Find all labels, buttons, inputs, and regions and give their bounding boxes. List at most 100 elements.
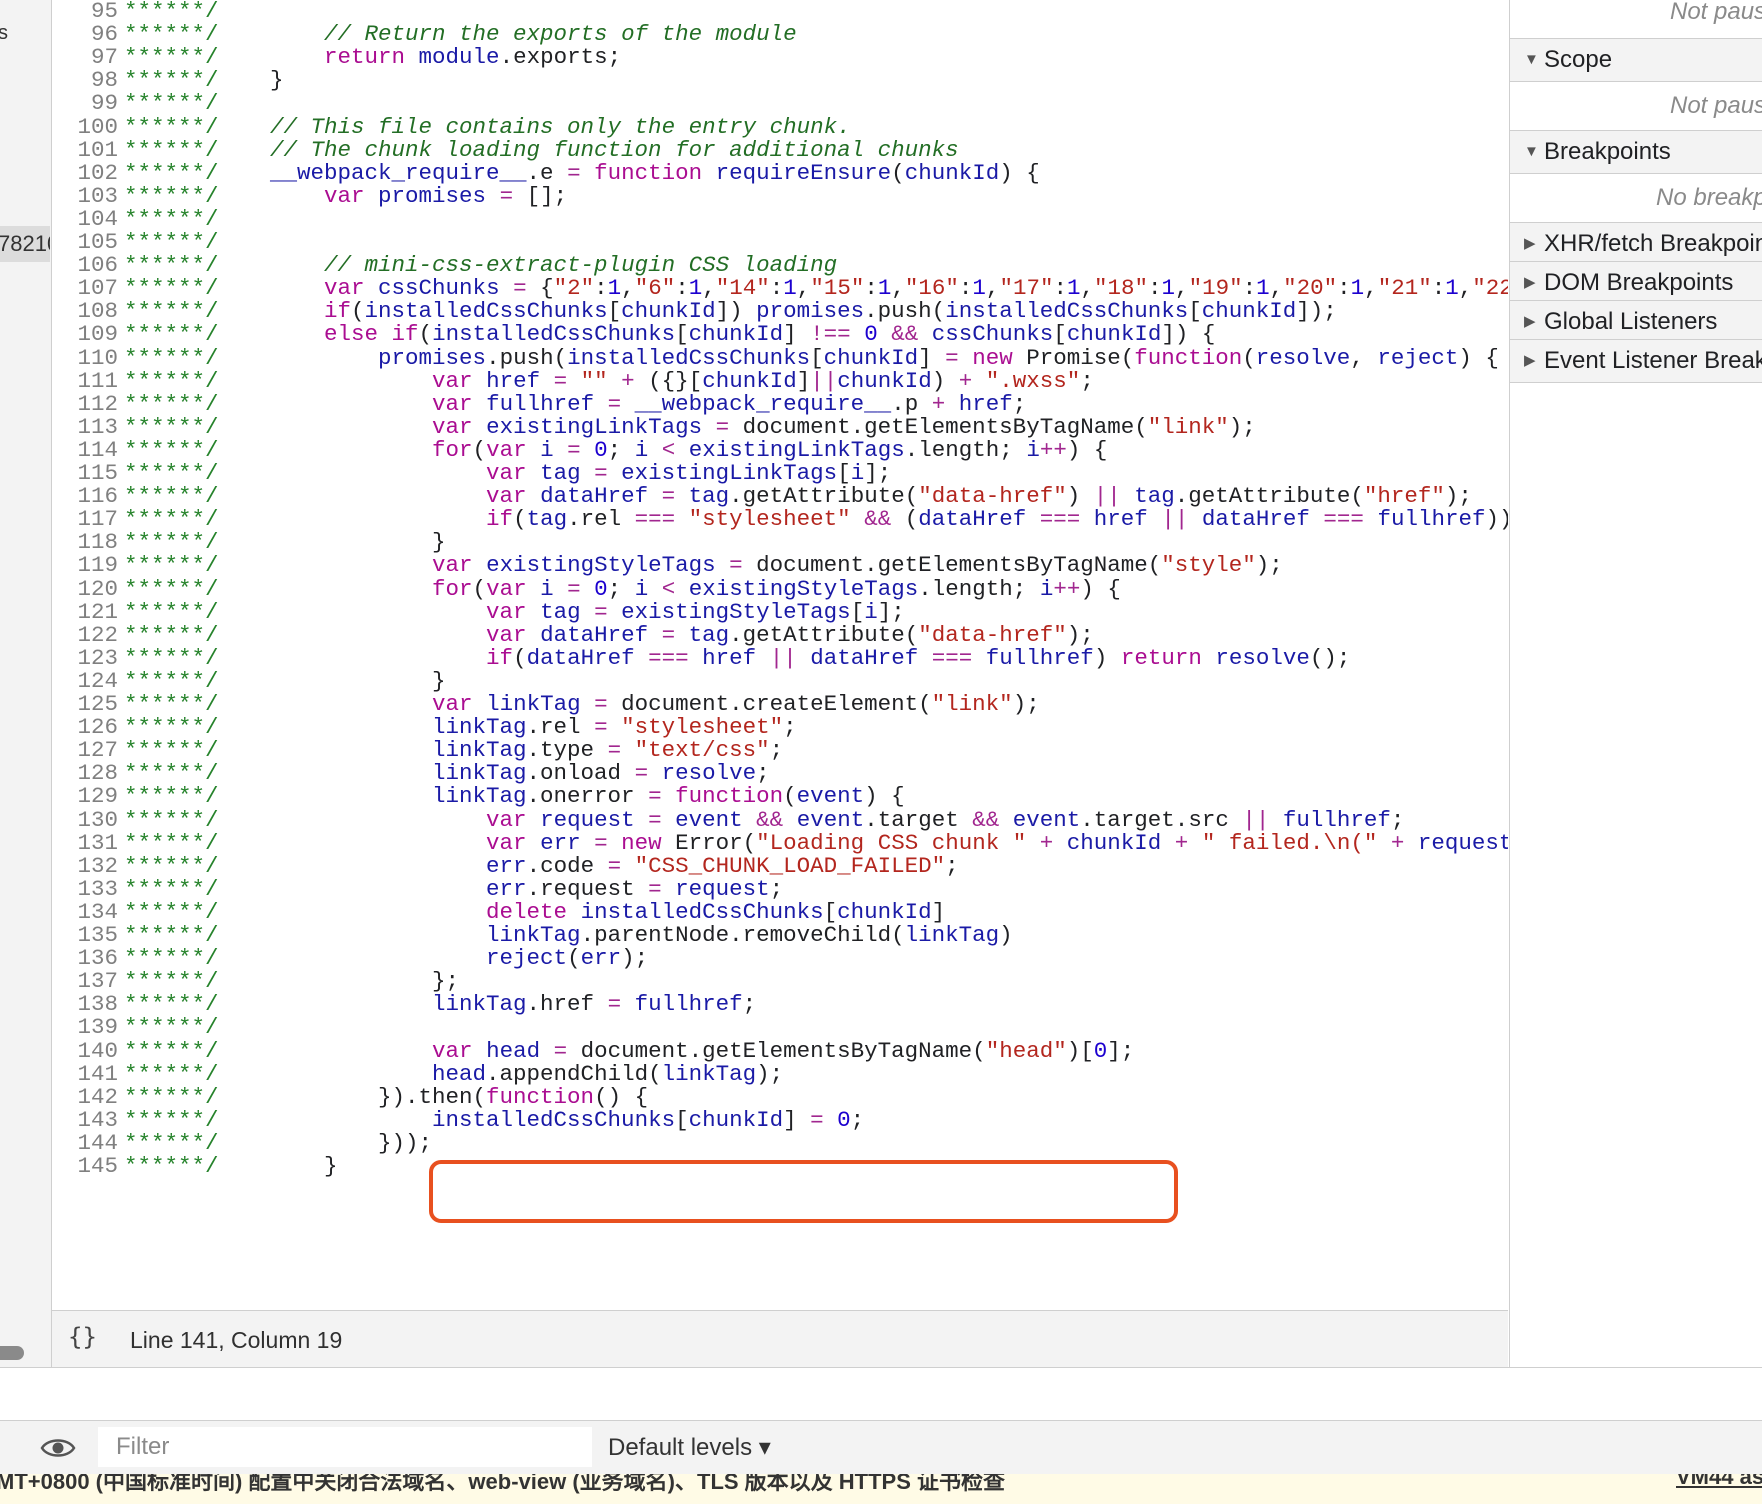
code-line[interactable]: 143 ******/ installedCssChunks[chunkId] =… bbox=[52, 1107, 1508, 1133]
code-line[interactable]: 108 ******/ if(installedCssChunks[chunkId… bbox=[52, 298, 1508, 324]
line-number[interactable]: 117 bbox=[52, 506, 118, 532]
code-line[interactable]: 139 ******/ bbox=[52, 1014, 1508, 1040]
line-number[interactable]: 127 bbox=[52, 737, 118, 763]
code-line[interactable]: 114 ******/ for(var i = 0; i < existingLi… bbox=[52, 437, 1508, 463]
code-line[interactable]: 104 ******/ bbox=[52, 206, 1508, 232]
code-line[interactable]: 124 ******/ } bbox=[52, 668, 1508, 694]
code-line[interactable]: 116 ******/ var dataHref = tag.getAttribu… bbox=[52, 483, 1508, 509]
line-number[interactable]: 109 bbox=[52, 321, 118, 347]
code-line[interactable]: 106 ******/ // mini-css-extract-plugin CS… bbox=[52, 252, 1508, 278]
section-header-dom-breakpoints[interactable]: ▶ DOM Breakpoints bbox=[1510, 261, 1762, 305]
pretty-print-button[interactable]: {} bbox=[68, 1323, 97, 1351]
code-line[interactable]: 144 ******/ })); bbox=[52, 1130, 1508, 1156]
code-line[interactable]: 117 ******/ if(tag.rel === "stylesheet" &… bbox=[52, 506, 1508, 532]
code-line[interactable]: 142 ******/ }).then(function() { bbox=[52, 1084, 1508, 1110]
line-number[interactable]: 97 bbox=[52, 44, 118, 70]
line-number[interactable]: 102 bbox=[52, 160, 118, 186]
code-line[interactable]: 112 ******/ var fullhref = __webpack_requ… bbox=[52, 391, 1508, 417]
line-number[interactable]: 99 bbox=[52, 90, 118, 116]
line-number[interactable]: 128 bbox=[52, 760, 118, 786]
section-header-event-listener-breakpoints[interactable]: ▶ Event Listener Breakpoints bbox=[1510, 339, 1762, 383]
console-filter-input[interactable] bbox=[98, 1427, 592, 1467]
code-line[interactable]: 99 ******/ bbox=[52, 90, 1508, 116]
code-line[interactable]: 122 ******/ var dataHref = tag.getAttribu… bbox=[52, 622, 1508, 648]
code-line[interactable]: 119 ******/ var existingStyleTags = docum… bbox=[52, 552, 1508, 578]
code-line[interactable]: 123 ******/ if(dataHref === href || dataH… bbox=[52, 645, 1508, 671]
line-number[interactable]: 141 bbox=[52, 1061, 118, 1087]
selected-file-fragment[interactable]: 78210 bbox=[0, 226, 50, 262]
code-line[interactable]: 113 ******/ var existingLinkTags = docume… bbox=[52, 414, 1508, 440]
code-line[interactable]: 131 ******/ var err = new Error("Loading … bbox=[52, 830, 1508, 856]
line-number[interactable]: 136 bbox=[52, 945, 118, 971]
line-number[interactable]: 98 bbox=[52, 67, 118, 93]
code-line[interactable]: 118 ******/ } bbox=[52, 529, 1508, 555]
line-number[interactable]: 123 bbox=[52, 645, 118, 671]
line-number[interactable]: 125 bbox=[52, 691, 118, 717]
code-line[interactable]: 109 ******/ else if(installedCssChunks[ch… bbox=[52, 321, 1508, 347]
console-message-source-link[interactable]: VM44 as bbox=[1676, 1474, 1762, 1490]
line-number[interactable]: 110 bbox=[52, 345, 118, 371]
line-number[interactable]: 111 bbox=[52, 368, 118, 394]
code-line[interactable]: 138 ******/ linkTag.href = fullhref; bbox=[52, 991, 1508, 1017]
code-line[interactable]: 134 ******/ delete installedCssChunks[chu… bbox=[52, 899, 1508, 925]
code-line[interactable]: 97 ******/ return module.exports; bbox=[52, 44, 1508, 70]
line-number[interactable]: 103 bbox=[52, 183, 118, 209]
line-number[interactable]: 131 bbox=[52, 830, 118, 856]
source-editor[interactable]: 95 ******/96 ******/ // Return the exports… bbox=[52, 0, 1508, 1310]
code-line[interactable]: 98 ******/} bbox=[52, 67, 1508, 93]
code-line[interactable]: 115 ******/ var tag = existingLinkTags[i]… bbox=[52, 460, 1508, 486]
code-line[interactable]: 141 ******/ head.appendChild(linkTag); bbox=[52, 1061, 1508, 1087]
code-line[interactable]: 120 ******/ for(var i = 0; i < existingSt… bbox=[52, 576, 1508, 602]
line-number[interactable]: 139 bbox=[52, 1014, 118, 1040]
code-line[interactable]: 100 ******/ // This file contains only the… bbox=[52, 114, 1508, 140]
line-number[interactable]: 113 bbox=[52, 414, 118, 440]
section-header-scope[interactable]: ▼ Scope bbox=[1510, 38, 1762, 82]
section-header-xhr-fetch-breakpoints[interactable]: ▶ XHR/fetch Breakpoints bbox=[1510, 222, 1762, 266]
line-number[interactable]: 126 bbox=[52, 714, 118, 740]
code-line[interactable]: 107 ******/ var cssChunks = {"2":1,"6":1,… bbox=[52, 275, 1508, 301]
code-line[interactable]: 136 ******/ reject(err); bbox=[52, 945, 1508, 971]
code-line[interactable]: 130 ******/ var request = event && event.… bbox=[52, 807, 1508, 833]
code-line[interactable]: 111 ******/ var href = "" + ({}[chunkId]|… bbox=[52, 368, 1508, 394]
code-line[interactable]: 101 ******/ // The chunk loading function … bbox=[52, 137, 1508, 163]
line-number[interactable]: 96 bbox=[52, 21, 118, 47]
code-line[interactable]: 129 ******/ linkTag.onerror = function(ev… bbox=[52, 783, 1508, 809]
line-number[interactable]: 137 bbox=[52, 968, 118, 994]
code-line[interactable]: 137 ******/ }; bbox=[52, 968, 1508, 994]
log-levels-dropdown[interactable]: Default levels ▾ bbox=[608, 1433, 771, 1462]
line-number[interactable]: 119 bbox=[52, 552, 118, 578]
code-line[interactable]: 103 ******/ var promises = []; bbox=[52, 183, 1508, 209]
code-line[interactable]: 128 ******/ linkTag.onload = resolve; bbox=[52, 760, 1508, 786]
code-line[interactable]: 125 ******/ var linkTag = document.create… bbox=[52, 691, 1508, 717]
line-number[interactable]: 140 bbox=[52, 1038, 118, 1064]
line-number[interactable]: 133 bbox=[52, 876, 118, 902]
line-number[interactable]: 106 bbox=[52, 252, 118, 278]
code-line[interactable]: 140 ******/ var head = document.getElemen… bbox=[52, 1038, 1508, 1064]
line-number[interactable]: 130 bbox=[52, 807, 118, 833]
line-number[interactable]: 100 bbox=[52, 114, 118, 140]
horizontal-scrollbar[interactable] bbox=[0, 1346, 24, 1360]
line-number[interactable]: 134 bbox=[52, 899, 118, 925]
line-number[interactable]: 122 bbox=[52, 622, 118, 648]
line-number[interactable]: 120 bbox=[52, 576, 118, 602]
line-number[interactable]: 135 bbox=[52, 922, 118, 948]
line-number[interactable]: 104 bbox=[52, 206, 118, 232]
code-line[interactable]: 127 ******/ linkTag.type = "text/css"; bbox=[52, 737, 1508, 763]
line-number[interactable]: 145 bbox=[52, 1153, 118, 1179]
line-number[interactable]: 105 bbox=[52, 229, 118, 255]
code-line[interactable]: 126 ******/ linkTag.rel = "stylesheet"; bbox=[52, 714, 1508, 740]
code-line[interactable]: 105 ******/ bbox=[52, 229, 1508, 255]
line-number[interactable]: 115 bbox=[52, 460, 118, 486]
section-header-global-listeners[interactable]: ▶ Global Listeners bbox=[1510, 300, 1762, 344]
line-number[interactable]: 108 bbox=[52, 298, 118, 324]
code-line[interactable]: 102 ******/ __webpack_require__.e = functi… bbox=[52, 160, 1508, 186]
line-number[interactable]: 121 bbox=[52, 599, 118, 625]
line-number[interactable]: 142 bbox=[52, 1084, 118, 1110]
line-number[interactable]: 138 bbox=[52, 991, 118, 1017]
line-number[interactable]: 112 bbox=[52, 391, 118, 417]
line-number[interactable]: 118 bbox=[52, 529, 118, 555]
line-number[interactable]: 132 bbox=[52, 853, 118, 879]
code-line[interactable]: 135 ******/ linkTag.parentNode.removeChil… bbox=[52, 922, 1508, 948]
line-number[interactable]: 143 bbox=[52, 1107, 118, 1133]
line-number[interactable]: 107 bbox=[52, 275, 118, 301]
